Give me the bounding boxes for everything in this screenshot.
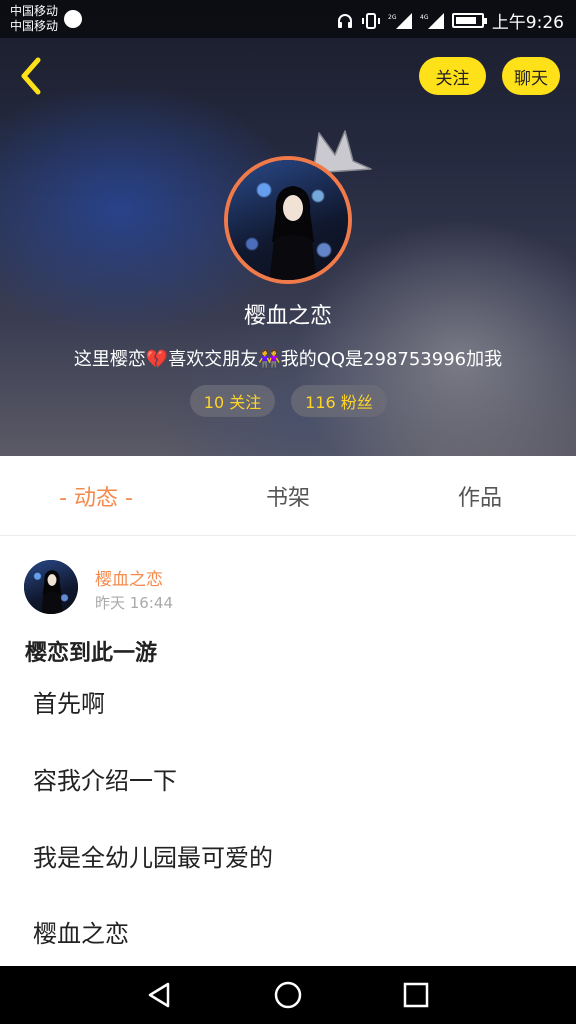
following-count[interactable]: 10 关注 — [190, 385, 275, 417]
profile-tabs: - 动态 - 书架 作品 — [0, 456, 576, 536]
post-line: 我是全幼儿园最可爱的 — [33, 844, 273, 872]
profile-name: 樱血之恋 — [243, 304, 332, 329]
battery-icon — [451, 13, 487, 28]
chat-button[interactable]: 聊天 — [502, 57, 560, 95]
post-avatar[interactable] — [24, 560, 78, 614]
nav-home-icon[interactable] — [272, 979, 304, 1011]
tab-works[interactable]: 作品 — [384, 456, 576, 536]
post-time: 昨天 16:44 — [95, 594, 173, 612]
nav-back-icon[interactable] — [144, 979, 176, 1011]
post-title[interactable]: 樱恋到此一游 — [25, 635, 157, 667]
tab-bookshelf[interactable]: 书架 — [192, 456, 384, 536]
signal-icon-2: 4G — [420, 12, 444, 29]
system-nav-bar — [0, 966, 576, 1024]
avatar-person — [269, 186, 317, 280]
vibrate-icon — [361, 12, 380, 29]
post-avatar-person — [41, 570, 63, 614]
headset-icon — [337, 13, 352, 28]
carrier-2: 中国移动 — [10, 19, 59, 33]
profile-avatar[interactable] — [224, 156, 352, 284]
network-label-2: 4G — [420, 14, 429, 21]
network-label-1: 2G — [388, 14, 397, 21]
status-bar: 中国移动 中国移动 2G 4G 上午9:26 — [0, 0, 576, 38]
status-time: 上午9:26 — [491, 13, 564, 33]
nav-recent-icon[interactable] — [400, 979, 432, 1011]
profile-bio: 这里樱恋💔喜欢交朋友👭我的QQ是298753996加我 — [73, 349, 503, 370]
profile-header: 中国移动 中国移动 2G 4G 上午9:26 关注 聊天 樱血之恋 这里樱恋💔喜… — [0, 0, 576, 456]
carrier-1: 中国移动 — [10, 4, 59, 18]
notification-icon — [64, 10, 82, 28]
post-line: 樱血之恋 — [33, 920, 129, 948]
post-line: 容我介绍一下 — [33, 767, 177, 795]
back-arrow-icon[interactable] — [14, 56, 50, 96]
fans-count[interactable]: 116 粉丝 — [291, 385, 387, 417]
carrier-info: 中国移动 中国移动 — [10, 4, 58, 34]
status-icons: 2G 4G 上午9:26 — [336, 8, 564, 33]
signal-icon: 2G — [388, 12, 412, 29]
follow-button[interactable]: 关注 — [419, 57, 486, 95]
post-author[interactable]: 樱血之恋 — [95, 565, 163, 590]
post-line: 首先啊 — [33, 690, 105, 718]
profile-page: 中国移动 中国移动 2G 4G 上午9:26 关注 聊天 樱血之恋 这里樱恋💔喜… — [0, 0, 576, 1024]
tab-feed[interactable]: - 动态 - — [0, 456, 192, 536]
